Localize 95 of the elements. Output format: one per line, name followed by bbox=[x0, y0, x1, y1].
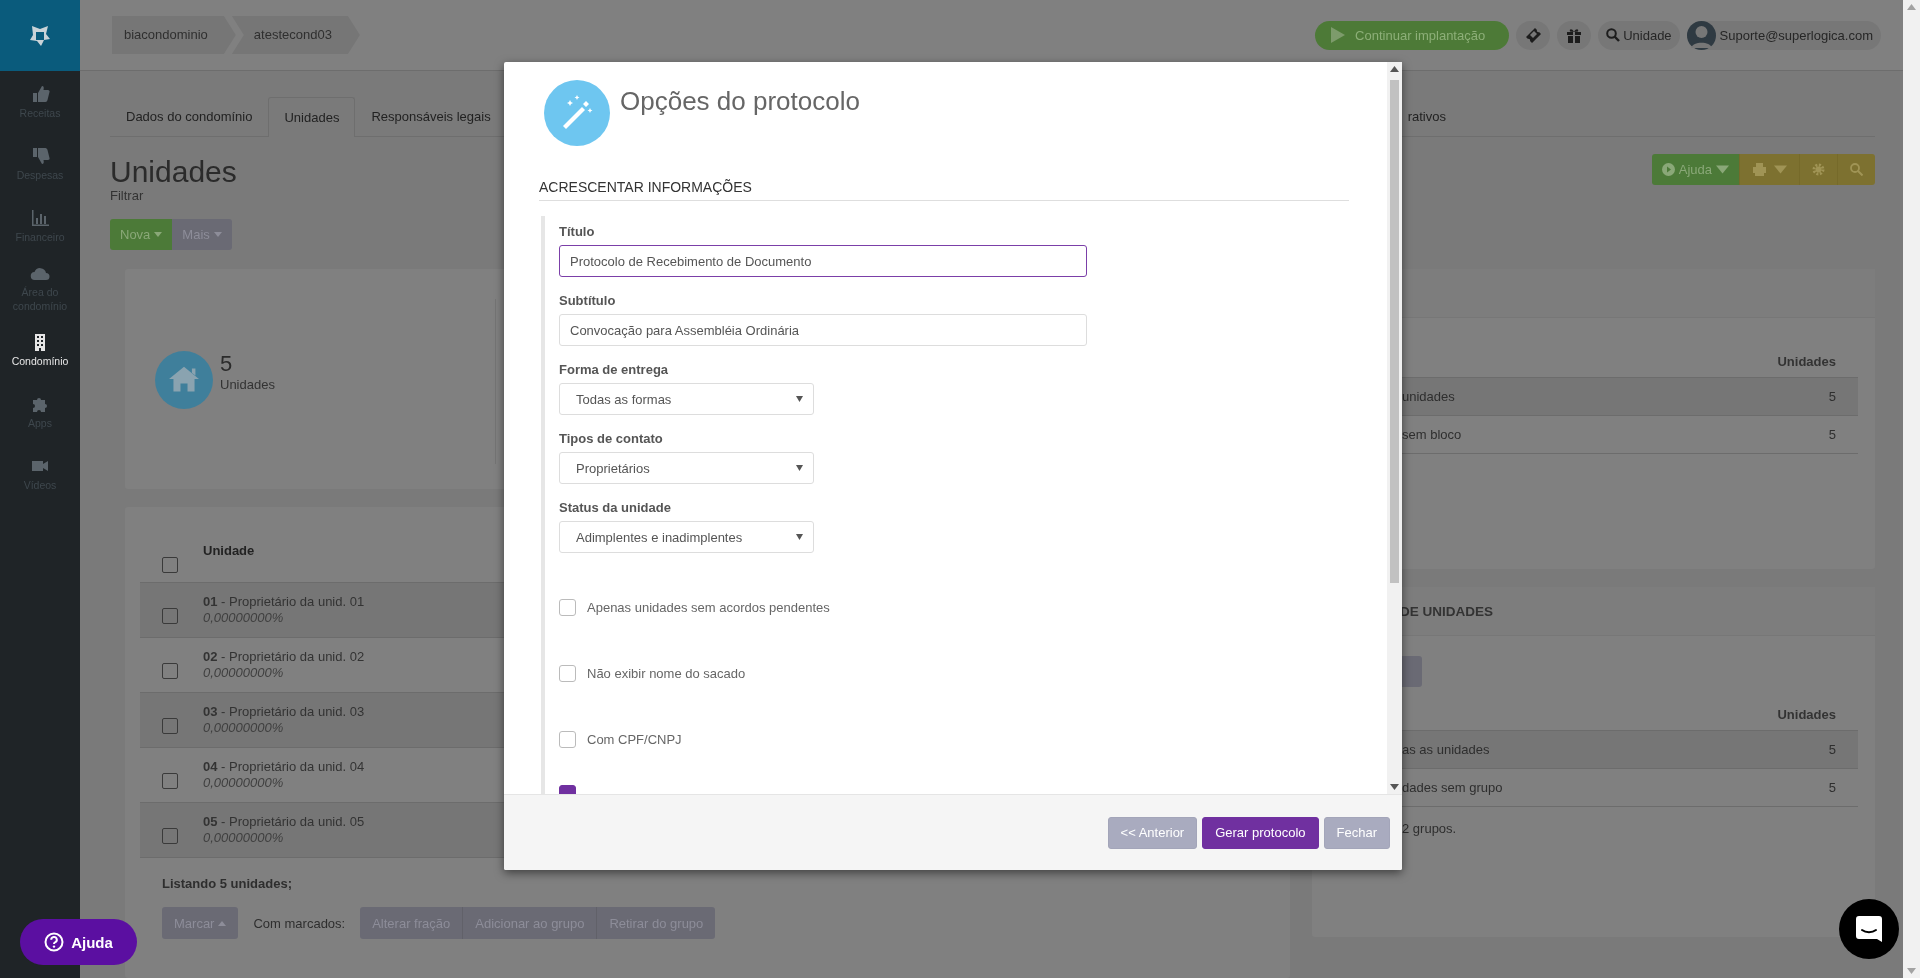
settings-button[interactable] bbox=[1799, 154, 1837, 185]
caret-icon bbox=[796, 396, 803, 402]
tab[interactable]: Responsáveis legais bbox=[355, 97, 507, 136]
checkbox-label: Apenas unidades sem acordos pendentes bbox=[587, 600, 830, 615]
search-button[interactable] bbox=[1837, 154, 1875, 185]
row-count: 5 bbox=[1828, 389, 1836, 404]
printer-icon bbox=[1752, 163, 1766, 176]
breadcrumb[interactable]: biacondominio bbox=[112, 16, 236, 54]
checkbox-label: Com CPF/CNPJ bbox=[587, 732, 682, 747]
checkbox[interactable] bbox=[162, 557, 178, 573]
row-label: unidades bbox=[1402, 389, 1455, 404]
continue-button[interactable]: Continuar implantação bbox=[1315, 20, 1510, 50]
column-header: Unidade bbox=[203, 543, 255, 558]
ticket-button[interactable] bbox=[1516, 20, 1551, 50]
thumb-down-icon bbox=[30, 145, 50, 166]
unit-fraction: 0,00000000% bbox=[203, 665, 285, 681]
caret-icon bbox=[218, 920, 227, 926]
unit-name[interactable]: 03 - Proprietário da unid. 03 bbox=[203, 704, 365, 720]
unit-count: 5 bbox=[220, 351, 234, 377]
search-icon bbox=[1606, 28, 1621, 42]
filter-link[interactable]: Filtrar bbox=[110, 189, 237, 203]
caret-icon bbox=[154, 232, 163, 237]
field-label: Tipos de contato bbox=[559, 431, 664, 446]
app-logo[interactable] bbox=[0, 0, 80, 71]
tab[interactable]: Unidades bbox=[268, 97, 356, 137]
checkbox[interactable] bbox=[162, 828, 178, 844]
unit-name[interactable]: 02 - Proprietário da unid. 02 bbox=[203, 649, 365, 665]
scroll-down-icon[interactable] bbox=[1390, 784, 1399, 790]
caret-icon bbox=[1716, 163, 1729, 176]
scrollbar[interactable] bbox=[1387, 62, 1402, 794]
field-label: Forma de entrega bbox=[559, 362, 670, 377]
row-count: 5 bbox=[1828, 427, 1836, 442]
tab[interactable]: Dados do condomínio bbox=[110, 97, 269, 136]
tab[interactable]: rativos bbox=[1406, 97, 1462, 136]
settings-icon bbox=[1812, 163, 1825, 176]
breadcrumb[interactable]: atestecond03 bbox=[231, 16, 360, 54]
checkbox[interactable] bbox=[162, 663, 178, 679]
unit-search-button[interactable]: Unidade bbox=[1598, 20, 1680, 50]
magic-wand-icon bbox=[544, 80, 610, 146]
checkbox[interactable] bbox=[162, 773, 178, 789]
row-label: sem bloco bbox=[1402, 427, 1462, 442]
search-icon bbox=[1850, 163, 1863, 176]
unit-fraction: 0,00000000% bbox=[203, 775, 285, 791]
chat-icon bbox=[1855, 915, 1883, 943]
checkbox[interactable] bbox=[559, 599, 576, 616]
unit-name[interactable]: 05 - Proprietário da unid. 05 bbox=[203, 814, 365, 830]
print-dropdown[interactable] bbox=[1739, 154, 1799, 185]
checkbox[interactable] bbox=[162, 608, 178, 624]
select-field[interactable]: Adimplentes e inadimplentes bbox=[559, 521, 814, 553]
caret-icon bbox=[1773, 163, 1787, 176]
thumb-up-icon bbox=[30, 83, 50, 104]
page-title: Unidades bbox=[110, 155, 237, 189]
groups-summary: 2 grupos. bbox=[1402, 821, 1457, 836]
ticket-icon bbox=[1524, 26, 1543, 44]
sidebar-label: Condomínio bbox=[11, 354, 69, 369]
checkbox-label: Não exibir nome do sacado bbox=[587, 666, 746, 681]
checkbox[interactable] bbox=[559, 731, 576, 748]
text-field[interactable]: Protocolo de Recebimento de Documento bbox=[559, 245, 1087, 277]
dialog-button[interactable]: Gerar protocolo bbox=[1202, 816, 1319, 849]
row-label: dades sem grupo bbox=[1402, 780, 1503, 795]
unit-name[interactable]: 04 - Proprietário da unid. 04 bbox=[203, 759, 365, 775]
listing-summary: Listando 5 unidades; bbox=[162, 876, 292, 891]
bulk-label: Com marcados: bbox=[253, 915, 346, 931]
help-button[interactable]: Ajuda bbox=[20, 919, 137, 965]
row-label: as as unidades bbox=[1402, 742, 1490, 757]
avatar-icon bbox=[1686, 20, 1716, 50]
chart-icon bbox=[30, 207, 50, 228]
caret-icon bbox=[796, 465, 803, 471]
row-count: 5 bbox=[1828, 742, 1836, 757]
scroll-up-icon[interactable] bbox=[1390, 66, 1399, 72]
section-title: ACRESCENTAR INFORMAÇÕES bbox=[539, 179, 1349, 201]
unit-count-label: Unidades bbox=[220, 377, 275, 392]
caret-icon bbox=[213, 232, 222, 237]
user-menu[interactable]: Suporte@superlogica.com bbox=[1686, 20, 1881, 50]
unit-name[interactable]: 01 - Proprietário da unid. 01 bbox=[203, 594, 365, 610]
row-count: 5 bbox=[1828, 780, 1836, 795]
play-icon bbox=[1331, 27, 1346, 43]
new-dropdown[interactable]: Nova bbox=[110, 219, 173, 250]
play-icon bbox=[1661, 163, 1675, 176]
field-label: Status da unidade bbox=[559, 500, 672, 515]
checkbox[interactable] bbox=[559, 665, 576, 682]
gift-button[interactable] bbox=[1557, 20, 1592, 50]
text-field[interactable]: Convocação para Assembléia Ordinária bbox=[559, 314, 1087, 346]
sidebar-item[interactable]: Condomínio bbox=[0, 319, 80, 381]
field-label: Subtítulo bbox=[559, 293, 617, 308]
field-label: Título bbox=[559, 224, 596, 239]
checkbox[interactable] bbox=[162, 718, 178, 734]
user-email: Suporte@superlogica.com bbox=[1719, 27, 1873, 43]
select-field[interactable]: Proprietários bbox=[559, 452, 814, 484]
house-icon bbox=[155, 351, 213, 409]
help-icon bbox=[44, 932, 65, 952]
help-dropdown[interactable]: Ajuda bbox=[1651, 154, 1739, 185]
select-field[interactable]: Todas as formas bbox=[559, 383, 814, 415]
dialog-title: Opções do protocolo bbox=[620, 86, 860, 117]
caret-icon bbox=[796, 534, 803, 540]
